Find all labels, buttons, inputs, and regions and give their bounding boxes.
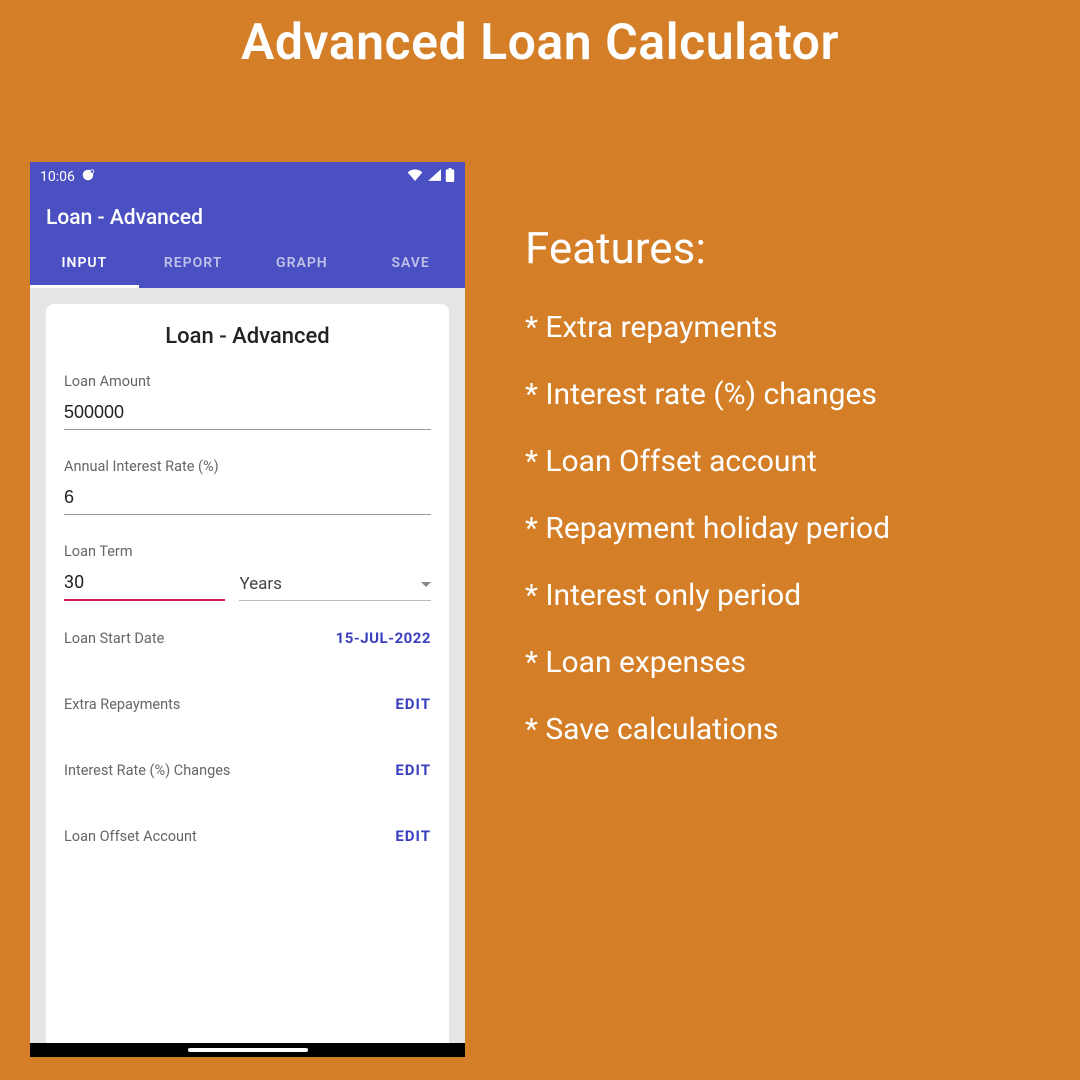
input-card: Loan - Advanced Loan Amount Annual Inter… [46, 304, 449, 1057]
status-bar: 10:06 [30, 162, 465, 192]
feature-item: * Save calculations [525, 712, 890, 747]
nav-handle[interactable] [188, 1048, 308, 1052]
features-heading: Features: [525, 222, 890, 274]
card-title: Loan - Advanced [64, 324, 431, 349]
loan-amount-label: Loan Amount [64, 373, 431, 390]
rate-changes-edit-button[interactable]: EDIT [395, 761, 431, 779]
rate-changes-label: Interest Rate (%) Changes [64, 762, 230, 779]
tabs: INPUT REPORT GRAPH SAVE [30, 240, 465, 288]
app-bar: Loan - Advanced [30, 192, 465, 240]
loan-amount-field: Loan Amount [64, 373, 431, 430]
loan-start-date-row: Loan Start Date 15-JUL-2022 [64, 629, 431, 647]
phone-frame: 10:06 Loan - Advanced INPUT [30, 162, 465, 1057]
tab-graph[interactable]: GRAPH [248, 240, 357, 288]
interest-rate-input[interactable] [64, 483, 431, 515]
feature-item: * Loan Offset account [525, 444, 890, 479]
tab-input[interactable]: INPUT [30, 240, 139, 288]
offset-row: Loan Offset Account EDIT [64, 827, 431, 845]
loan-term-unit-value: Years [239, 574, 281, 594]
feature-item: * Interest only period [525, 578, 890, 613]
battery-icon [445, 168, 455, 186]
extra-repayments-row: Extra Repayments EDIT [64, 695, 431, 713]
features-panel: Features: * Extra repayments * Interest … [465, 162, 890, 1057]
app-bar-title: Loan - Advanced [46, 206, 449, 230]
loan-term-input[interactable]: 30 [64, 568, 225, 601]
page-title: Advanced Loan Calculator [0, 0, 1080, 72]
loan-term-unit-select[interactable]: Years [239, 570, 431, 601]
interest-rate-field: Annual Interest Rate (%) [64, 458, 431, 515]
start-date-value[interactable]: 15-JUL-2022 [336, 629, 431, 647]
extra-repayments-label: Extra Repayments [64, 696, 180, 713]
loan-term-field: Loan Term 30 Years [64, 543, 431, 601]
tab-save[interactable]: SAVE [356, 240, 465, 288]
feature-item: * Interest rate (%) changes [525, 377, 890, 412]
rate-changes-row: Interest Rate (%) Changes EDIT [64, 761, 431, 779]
offset-label: Loan Offset Account [64, 828, 197, 845]
extra-repayments-edit-button[interactable]: EDIT [395, 695, 431, 713]
chevron-down-icon [421, 582, 431, 587]
status-time: 10:06 [40, 169, 75, 185]
feature-item: * Repayment holiday period [525, 511, 890, 546]
tab-report[interactable]: REPORT [139, 240, 248, 288]
feature-item: * Loan expenses [525, 645, 890, 680]
android-nav-bar [30, 1043, 465, 1057]
loan-amount-input[interactable] [64, 398, 431, 430]
offset-edit-button[interactable]: EDIT [395, 827, 431, 845]
wifi-icon [407, 169, 423, 185]
loan-term-label: Loan Term [64, 543, 431, 560]
signal-icon [427, 169, 441, 185]
feature-item: * Extra repayments [525, 310, 890, 345]
start-date-label: Loan Start Date [64, 630, 164, 647]
interest-rate-label: Annual Interest Rate (%) [64, 458, 431, 475]
chat-icon [81, 168, 95, 186]
